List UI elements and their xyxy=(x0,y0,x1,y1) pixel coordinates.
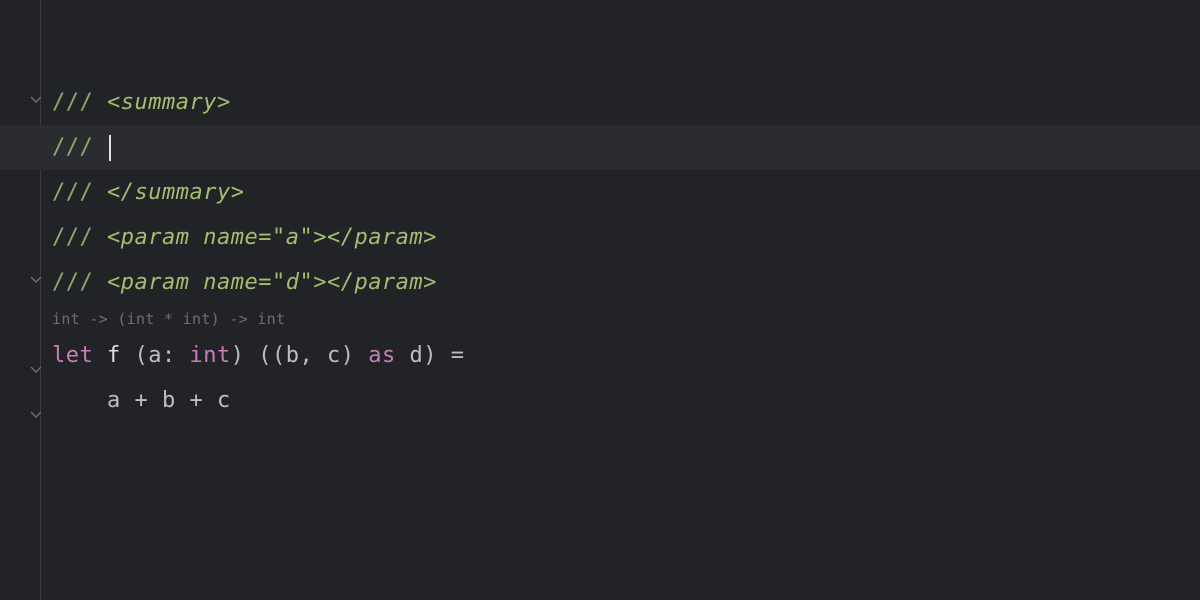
param-attr-name: name xyxy=(203,270,258,295)
doc-slashes: /// xyxy=(52,225,93,250)
param-attr-name: name xyxy=(203,225,258,250)
function-name: f xyxy=(107,343,121,368)
type-signature: int -> (int * int) -> int xyxy=(52,310,285,328)
code-line[interactable]: /// <param name="d"></param> xyxy=(48,260,1200,305)
param-open: <param xyxy=(107,225,203,250)
param-a: a xyxy=(148,343,162,368)
param-attr-value: "a" xyxy=(272,225,313,250)
gutter xyxy=(0,0,48,600)
param-close: </param> xyxy=(327,225,437,250)
fold-icon[interactable] xyxy=(28,362,44,378)
doc-slashes: /// xyxy=(52,270,93,295)
code-line[interactable]: /// </summary> xyxy=(48,170,1200,215)
fold-icon[interactable] xyxy=(28,407,44,423)
type-hint: int -> (int * int) -> int xyxy=(48,305,1200,333)
gutter-divider xyxy=(40,0,41,600)
keyword-let: let xyxy=(52,343,93,368)
param-b: b xyxy=(286,343,300,368)
keyword-as: as xyxy=(368,343,396,368)
code-editor[interactable]: /// <summary> /// /// </summary> /// <pa… xyxy=(0,0,1200,600)
text-cursor xyxy=(109,135,111,161)
param-close: </param> xyxy=(327,270,437,295)
code-line[interactable]: let f (a: int) ((b, c) as d) = xyxy=(48,333,1200,378)
param-open: <param xyxy=(107,270,203,295)
code-line[interactable]: a + b + c xyxy=(48,378,1200,423)
doc-slashes: /// xyxy=(52,90,93,115)
doc-slashes: /// xyxy=(52,180,93,205)
code-area[interactable]: /// <summary> /// /// </summary> /// <pa… xyxy=(48,0,1200,600)
fold-icon[interactable] xyxy=(28,272,44,288)
fold-icon[interactable] xyxy=(28,92,44,108)
type-int: int xyxy=(190,343,231,368)
param-d: d xyxy=(410,343,424,368)
code-line-active[interactable]: /// xyxy=(48,125,1200,170)
param-attr-value: "d" xyxy=(272,270,313,295)
code-line[interactable]: /// <summary> xyxy=(48,80,1200,125)
doc-slashes: /// xyxy=(52,135,93,160)
summary-open-tag: <summary> xyxy=(107,90,231,115)
param-c: c xyxy=(327,343,341,368)
code-line[interactable]: /// <param name="a"></param> xyxy=(48,215,1200,260)
summary-close-tag: </summary> xyxy=(107,180,244,205)
